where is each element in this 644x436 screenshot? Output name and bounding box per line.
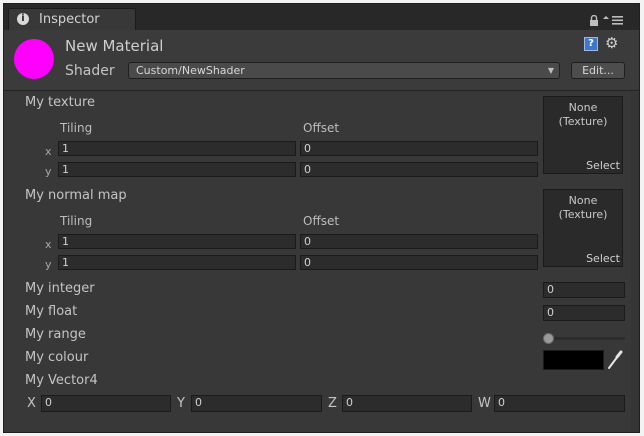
material-preview-swatch [14, 39, 54, 79]
tab-bar: i Inspector [4, 4, 639, 30]
normal-map-slot[interactable]: None (Texture) Select [543, 189, 623, 267]
normal-map-x-label: x [45, 238, 52, 251]
texture-tiling-x-field[interactable]: 1 [58, 141, 296, 156]
edit-shader-button[interactable]: Edit... [571, 62, 625, 79]
texture-y-label: y [45, 165, 52, 178]
normal-map-offset-label: Offset [303, 214, 340, 228]
texture-x-label: x [45, 145, 52, 158]
context-menu-icon[interactable] [602, 14, 624, 26]
gear-icon[interactable]: ⚙ [605, 34, 618, 52]
normal-map-tiling-y-field[interactable]: 1 [58, 255, 296, 270]
shader-dropdown-value: Custom/NewShader [136, 64, 245, 77]
chevron-down-icon: ▼ [547, 66, 554, 75]
vector4-w-field[interactable]: 0 [494, 395, 625, 412]
shader-dropdown[interactable]: Custom/NewShader ▼ [128, 62, 560, 79]
normal-map-label: My normal map [25, 188, 127, 203]
eyedropper-icon[interactable] [606, 350, 624, 370]
texture-slot[interactable]: None (Texture) Select [543, 96, 623, 174]
float-label: My float [25, 304, 78, 319]
range-slider-knob[interactable] [543, 333, 554, 344]
texture-slot-none-label: None (Texture) [558, 101, 608, 128]
vector4-y-field[interactable]: 0 [191, 395, 322, 412]
texture-select-button[interactable]: Select [578, 159, 622, 173]
colour-swatch-field[interactable] [543, 350, 604, 370]
normal-map-tiling-label: Tiling [60, 214, 93, 228]
vector4-x-field[interactable]: 0 [41, 395, 171, 412]
normal-map-select-button[interactable]: Select [578, 252, 622, 266]
help-icon[interactable]: ? [584, 37, 598, 51]
colour-label: My colour [25, 350, 89, 365]
vector4-z-field[interactable]: 0 [342, 395, 472, 412]
shader-label: Shader [65, 63, 115, 79]
texture-tiling-label: Tiling [60, 121, 93, 135]
scrollbar-track[interactable] [631, 92, 639, 432]
tab-label: Inspector [39, 12, 100, 27]
texture-label: My texture [25, 95, 95, 110]
normal-map-offset-y-field[interactable]: 0 [300, 255, 538, 270]
range-label: My range [25, 327, 86, 342]
vector4-x-label: X [27, 396, 36, 411]
info-icon: i [17, 13, 29, 25]
material-header: New Material Shader Custom/NewShader ▼ E… [4, 30, 639, 90]
normal-map-offset-x-field[interactable]: 0 [300, 234, 538, 249]
normal-map-tiling-x-field[interactable]: 1 [58, 234, 296, 249]
vector4-label: My Vector4 [25, 373, 98, 388]
integer-label: My integer [25, 281, 95, 296]
vector4-w-label: W [478, 396, 491, 411]
texture-offset-y-field[interactable]: 0 [300, 162, 538, 177]
vector4-z-label: Z [328, 396, 337, 411]
texture-offset-label: Offset [303, 121, 340, 135]
lock-icon[interactable] [589, 15, 599, 26]
header-divider [4, 90, 639, 91]
texture-offset-x-field[interactable]: 0 [300, 141, 538, 156]
vector4-y-label: Y [177, 396, 185, 411]
integer-field[interactable]: 0 [543, 282, 625, 298]
normal-map-slot-none-label: None (Texture) [558, 194, 608, 221]
float-field[interactable]: 0 [543, 305, 625, 321]
tab-inspector[interactable]: i Inspector [8, 8, 136, 30]
inspector-window: i Inspector New Material Shader Custom/N… [3, 3, 640, 433]
texture-tiling-y-field[interactable]: 1 [58, 162, 296, 177]
normal-map-y-label: y [45, 258, 52, 271]
range-slider-track[interactable] [546, 337, 625, 340]
material-name: New Material [65, 37, 164, 55]
